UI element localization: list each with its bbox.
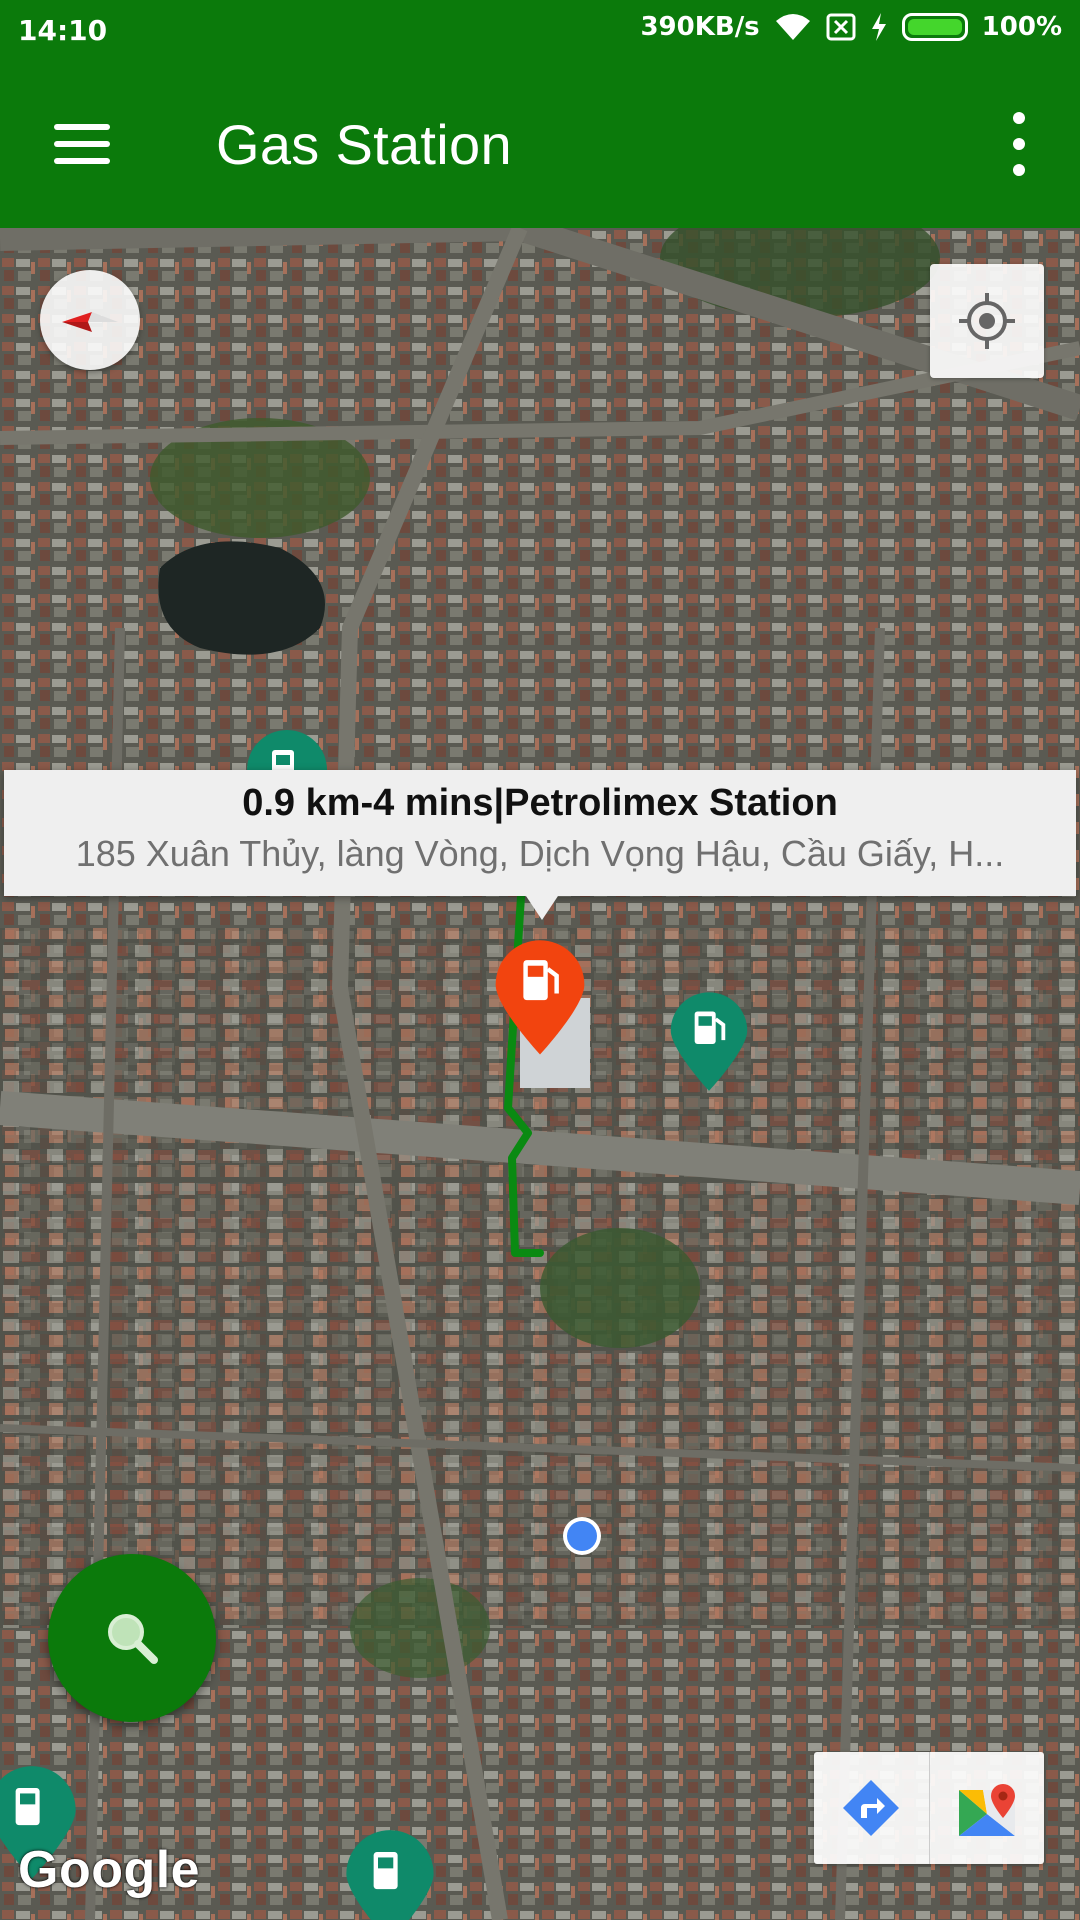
directions-button[interactable] — [814, 1752, 929, 1864]
charging-icon — [871, 13, 886, 41]
search-button[interactable] — [48, 1554, 216, 1722]
status-icons: 390KB/s 100% — [640, 12, 1062, 42]
hamburger-menu-icon[interactable] — [40, 108, 136, 180]
my-location-button[interactable] — [930, 264, 1044, 378]
user-location-dot — [563, 1517, 601, 1555]
battery-icon — [901, 13, 968, 41]
more-vert-icon[interactable] — [994, 112, 1044, 176]
my-location-icon — [959, 293, 1015, 349]
google-attribution: Google — [18, 1841, 201, 1899]
app-bar: Gas Station — [0, 60, 1080, 228]
sim-no-service-icon — [826, 13, 856, 41]
compass-button[interactable] — [40, 270, 140, 370]
selected-gas-station-marker[interactable] — [490, 938, 590, 1060]
station-distance-title: 0.9 km-4 mins|Petrolimex Station — [242, 782, 838, 824]
gas-station-marker[interactable] — [666, 990, 752, 1096]
net-speed: 390KB/s — [640, 12, 760, 42]
battery-percent: 100% — [981, 12, 1062, 42]
compass-needle-icon — [62, 312, 118, 332]
wifi-icon — [775, 14, 810, 40]
status-bar: 14:10 390KB/s 100% — [0, 0, 1080, 60]
page-title: Gas Station — [216, 113, 512, 176]
open-google-maps-button[interactable] — [928, 1752, 1045, 1864]
map-toolbar — [814, 1752, 1044, 1864]
map-view[interactable]: 0.9 km-4 mins|Petrolimex Station 185 Xuâ… — [0, 228, 1080, 1920]
directions-icon — [843, 1780, 900, 1836]
gas-station-marker[interactable] — [338, 1828, 442, 1920]
google-maps-icon — [958, 1784, 1015, 1836]
search-icon — [108, 1614, 158, 1664]
station-info-window[interactable]: 0.9 km-4 mins|Petrolimex Station 185 Xuâ… — [4, 770, 1076, 920]
station-address: 185 Xuân Thủy, làng Vòng, Dịch Vọng Hậu,… — [75, 833, 1005, 874]
status-time: 14:10 — [18, 14, 108, 47]
